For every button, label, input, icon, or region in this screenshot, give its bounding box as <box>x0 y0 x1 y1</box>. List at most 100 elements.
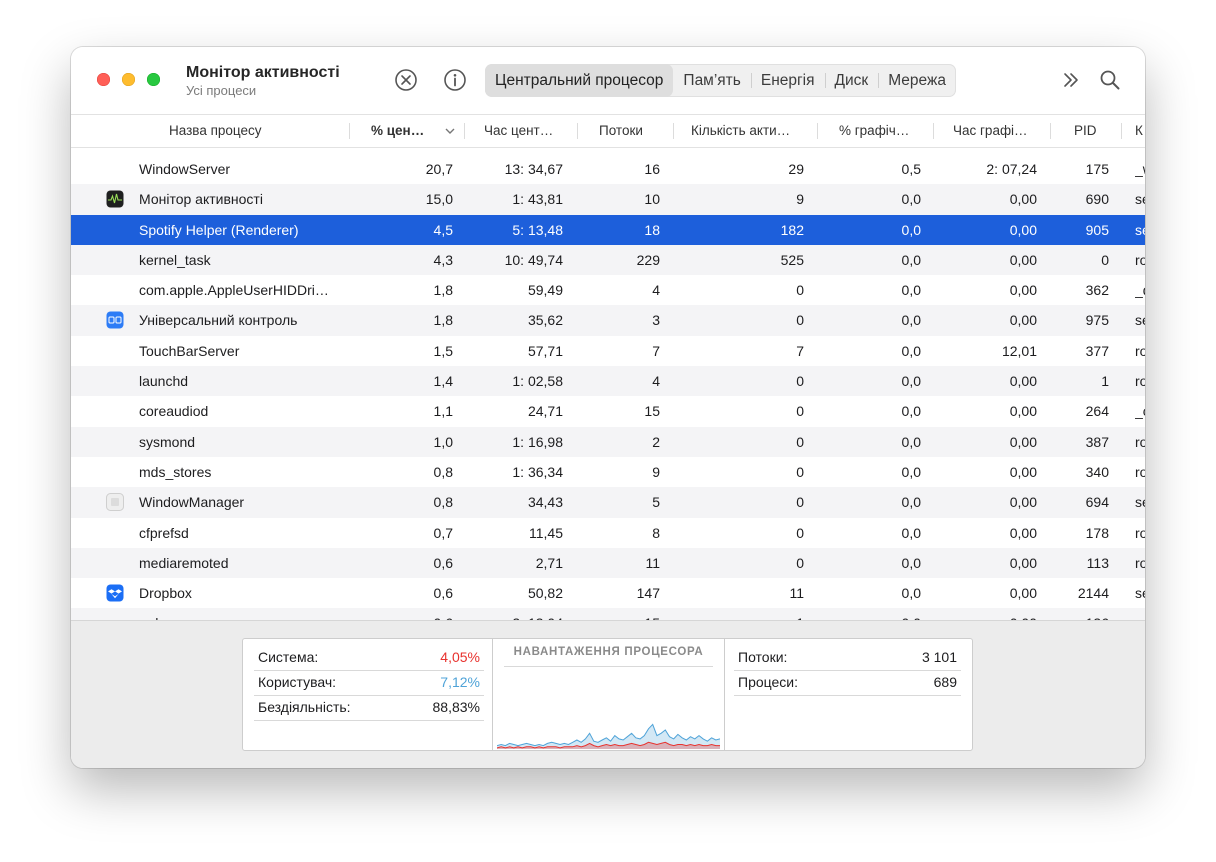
cell-process-name: mediaremoted <box>139 554 229 571</box>
cell-cpu-time: 1: 02,58 <box>512 373 563 390</box>
cell-gpu-percent: 0,0 <box>901 554 921 571</box>
table-row[interactable]: kernel_task 4,3 10: 49,74 229 525 0,0 0,00 0 ro <box>71 244 1145 276</box>
table-row[interactable]: Spotify Helper (Renderer) 4,5 5: 13,48 18 18… <box>71 214 1145 245</box>
cell-process-name: com.apple.AppleUserHIDDri… <box>139 282 329 299</box>
cell-cpu-time: 13: 34,67 <box>504 161 563 177</box>
cell-threads: 4 <box>652 373 660 390</box>
table-row[interactable]: mds 0,6 2: 13,04 15 1 0,0 0,00 136 ro <box>71 608 1145 620</box>
table-row[interactable]: coreaudiod 1,1 24,71 15 0 0,0 0,00 264 _c <box>71 396 1145 426</box>
cell-cpu-time: 2: 13,04 <box>471 608 563 620</box>
cell-idle-wakeups: 7 <box>796 342 804 359</box>
cell-idle-wakeups: 0 <box>796 463 804 480</box>
search-icon[interactable] <box>1098 68 1122 92</box>
close-window-button[interactable] <box>97 73 110 86</box>
tab-cpu[interactable]: Центральний процесор <box>485 64 674 97</box>
threads-value: 3 101 <box>921 649 957 665</box>
column-header-gpu-percent[interactable]: % графіч… <box>839 115 919 147</box>
table-row[interactable]: sysmond 1,0 1: 16,98 2 0 0,0 0,00 387 ro <box>71 426 1145 457</box>
window-title: Монітор активності <box>186 64 340 81</box>
cell-idle-wakeups: 0 <box>796 554 804 571</box>
cell-cpu-time: 59,49 <box>527 282 563 299</box>
cell-gpu-time: 0,00 <box>1009 554 1037 571</box>
cell-idle-wakeups: 9 <box>796 191 804 208</box>
minimize-window-button[interactable] <box>122 73 135 86</box>
column-header-pid[interactable]: PID <box>1074 115 1114 147</box>
column-header-user[interactable]: К <box>1135 115 1145 147</box>
cell-pid: 387 <box>1085 433 1109 450</box>
cell-user: _c <box>1135 403 1145 420</box>
column-header-cpu-percent[interactable]: % цен… <box>371 115 436 147</box>
table-row[interactable]: Dropbox 0,6 50,82 147 11 0,0 0,00 2144 se <box>71 578 1145 608</box>
cell-gpu-time: 0,00 <box>1009 494 1037 511</box>
user-value: 7,12% <box>440 674 480 690</box>
tab-network[interactable]: Мережа <box>878 64 956 97</box>
cell-gpu-percent: 0,0 <box>901 403 921 420</box>
table-row[interactable]: WindowServer 20,7 13: 34,67 16 29 0,5 2: 07,24… <box>71 154 1145 184</box>
cell-cpu-percent: 1,8 <box>433 312 453 329</box>
cell-process-name: kernel_task <box>139 251 211 268</box>
cell-idle-wakeups: 29 <box>788 161 804 177</box>
cell-user: ro <box>1135 373 1145 390</box>
chevron-double-right-icon[interactable] <box>1059 68 1083 92</box>
column-header-gpu-time[interactable]: Час графі… <box>953 115 1038 147</box>
table-row[interactable]: cfprefsd 0,7 11,45 8 0 0,0 0,00 178 ro <box>71 518 1145 548</box>
table-row[interactable]: launchd 1,4 1: 02,58 4 0 0,0 0,00 1 ro <box>71 366 1145 397</box>
window-subtitle[interactable]: Усі процеси <box>186 83 256 98</box>
chart-title: НАВАНТАЖЕННЯ ПРОЦЕСОРА <box>513 646 704 658</box>
cell-gpu-time: 0,00 <box>1009 251 1037 268</box>
cell-pid: 1 <box>1101 373 1109 390</box>
table-row[interactable]: com.apple.AppleUserHIDDri… 1,8 59,49 4 0 0,0 0… <box>71 275 1145 305</box>
cpu-summary-area: Система: 4,05% Користувач: 7,12% Бездіял… <box>71 620 1145 768</box>
cell-pid: 975 <box>1085 312 1109 329</box>
chevron-down-icon[interactable] <box>445 127 455 135</box>
column-header-cpu-time[interactable]: Час цент… <box>484 115 574 147</box>
cell-user: _w <box>1135 161 1145 177</box>
cell-user: se <box>1135 221 1145 238</box>
cell-threads: 11 <box>645 554 660 571</box>
tab-memory[interactable]: Пам’ять <box>673 64 750 97</box>
cell-user: se <box>1135 312 1145 329</box>
cell-user: ro <box>1135 554 1145 571</box>
tab-disk[interactable]: Диск <box>824 64 879 97</box>
cell-user: ro <box>1135 608 1145 620</box>
table-row[interactable]: mds_stores 0,8 1: 36,34 9 0 0,0 0,00 340 ro <box>71 457 1145 487</box>
cell-threads: 18 <box>644 221 660 238</box>
cell-idle-wakeups: 0 <box>796 524 804 541</box>
cell-cpu-time: 1: 36,34 <box>512 463 563 480</box>
column-header-threads[interactable]: Потоки <box>599 115 669 147</box>
cell-process-name: Dropbox <box>139 585 192 602</box>
cell-cpu-time: 35,62 <box>527 312 563 329</box>
tab-energy[interactable]: Енергія <box>750 64 825 97</box>
process-table: WindowServer 20,7 13: 34,67 16 29 0,5 2: 07,24… <box>71 154 1145 620</box>
info-circle-icon[interactable] <box>443 68 467 92</box>
table-row[interactable]: WindowManager 0,8 34,43 5 0 0,0 0,00 694 se <box>71 487 1145 518</box>
cell-idle-wakeups: 1 <box>691 608 804 620</box>
column-header-process-name[interactable]: Назва процесу <box>169 115 369 147</box>
cell-cpu-percent: 0,6 <box>433 554 453 571</box>
cell-gpu-time: 0,00 <box>1009 191 1037 208</box>
cell-gpu-time: 12,01 <box>1001 342 1037 359</box>
zoom-window-button[interactable] <box>147 73 160 86</box>
x-circle-icon[interactable] <box>394 68 418 92</box>
table-row[interactable]: mediaremoted 0,6 2,71 11 0 0,0 0,00 113 ro <box>71 547 1145 579</box>
idle-label: Бездіяльність: <box>258 699 351 715</box>
cell-cpu-percent: 0,7 <box>433 524 453 541</box>
table-header: Назва процесу % цен… Час цент… Потоки Кі… <box>71 114 1145 148</box>
table-row[interactable]: Універсальний контроль 1,8 35,62 3 0 0,0 0,00 9… <box>71 305 1145 336</box>
system-value: 4,05% <box>440 649 480 665</box>
table-row[interactable]: TouchBarServer 1,5 57,71 7 7 0,0 12,01 377 ro <box>71 336 1145 366</box>
cell-gpu-percent: 0,0 <box>901 373 921 390</box>
cell-cpu-time: 2,71 <box>535 554 563 571</box>
cell-cpu-percent: 15,0 <box>425 191 453 208</box>
cell-process-name: cfprefsd <box>139 524 189 541</box>
table-row[interactable]: Монітор активності 15,0 1: 43,81 10 9 0,0 0,00… <box>71 184 1145 215</box>
cell-gpu-time: 2: 07,24 <box>986 161 1037 177</box>
cell-threads: 3 <box>652 312 660 329</box>
cell-idle-wakeups: 525 <box>780 251 804 268</box>
cell-threads: 7 <box>652 342 660 359</box>
cell-user: se <box>1135 191 1145 208</box>
column-header-idle-wakeups[interactable]: Кількість акти… <box>691 115 806 147</box>
cell-user: se <box>1135 585 1145 602</box>
cell-cpu-percent: 1,1 <box>433 403 453 420</box>
cell-gpu-time: 0,00 <box>1009 433 1037 450</box>
